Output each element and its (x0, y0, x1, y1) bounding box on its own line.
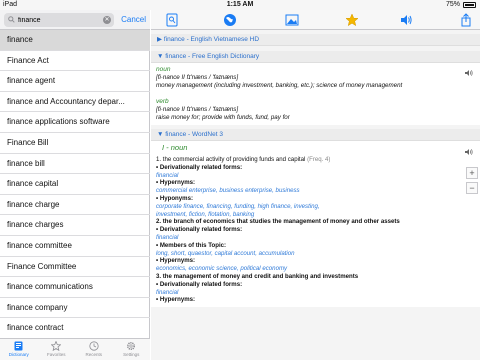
toolbar (151, 10, 480, 30)
free-dictionary-entry: noun [fi·nance II fɪ'næns / 'faɪnæns] mo… (151, 63, 480, 125)
clear-search-icon[interactable]: ✕ (103, 16, 111, 24)
list-item[interactable]: finance applications software (0, 112, 150, 133)
section-header[interactable]: ▼ finance - Free English Dictionary (151, 51, 480, 63)
list-item[interactable]: finance charge (0, 195, 150, 216)
section-header[interactable]: ▼ finance - WordNet 3 (151, 129, 480, 141)
part-of-speech: noun (156, 66, 171, 73)
definition: raise money for; provide with funds, fun… (156, 114, 290, 121)
section-title: finance - English Vietnamese HD (163, 36, 260, 43)
gear-icon (127, 341, 136, 351)
list-item[interactable]: finance agent (0, 71, 150, 92)
list-item[interactable]: finance bill (0, 154, 150, 175)
section-header[interactable]: ▶ finance - English Vietnamese HD (151, 34, 480, 46)
list-item[interactable]: finance company (0, 298, 150, 319)
search-bar: ✕ Cancel (0, 10, 150, 30)
image-icon[interactable] (285, 13, 299, 27)
related-links[interactable]: financial (156, 234, 474, 242)
list-item[interactable]: finance contract (0, 318, 150, 339)
related-links[interactable]: commercial enterprise, business enterpri… (156, 187, 474, 195)
share-icon[interactable] (459, 13, 473, 27)
wordnet-pos-title: I - noun (162, 143, 188, 152)
list-item[interactable]: finance communications (0, 277, 150, 298)
relation-label: • Members of this Topic: (156, 241, 227, 249)
battery-icon (463, 2, 476, 8)
list-item[interactable]: finance capital (0, 174, 150, 195)
related-links[interactable]: financial (156, 289, 474, 297)
pronounce-speaker-icon[interactable] (464, 68, 474, 78)
list-item[interactable]: finance and Accountancy depar... (0, 92, 150, 113)
star-icon[interactable] (345, 13, 359, 27)
sense-definition: 3. the management of money and credit an… (156, 272, 359, 280)
pronunciation: [fi·nance II fɪ'næns / 'faɪnæns] (156, 106, 239, 113)
star-outline-icon (51, 341, 62, 351)
tab-settings[interactable]: Settings (113, 339, 151, 360)
expand-arrow-icon: ▶ (157, 36, 162, 43)
related-links[interactable]: corporate finance, financing, funding, h… (156, 203, 474, 211)
battery-percent: 75% (445, 1, 460, 8)
list-item[interactable]: finance (0, 30, 150, 51)
pronounce-speaker-icon[interactable] (464, 147, 474, 157)
zoom-in-button[interactable]: + (466, 167, 478, 179)
relation-label: • Derivationally related forms: (156, 280, 243, 288)
definition: money management (including investment, … (156, 82, 403, 89)
frequency: (Freq. 4) (307, 156, 331, 163)
tab-label: Dictionary (8, 352, 29, 357)
tab-dictionary[interactable]: Dictionary (0, 339, 38, 360)
globe-icon[interactable] (223, 13, 237, 27)
tab-label: Recents (85, 352, 102, 357)
list-item[interactable]: Finance Act (0, 51, 150, 72)
list-item[interactable]: Finance Committee (0, 257, 150, 278)
list-item[interactable]: finance charges (0, 215, 150, 236)
tab-label: Settings (123, 352, 140, 357)
relation-label: • Hyponyms: (156, 194, 194, 202)
part-of-speech: verb (156, 98, 169, 105)
relation-label: • Hypernyms: (156, 179, 196, 187)
relation-label: • Hypernyms: (156, 296, 196, 304)
dictionary-icon (14, 341, 23, 351)
pronunciation: [fi·nance II fɪ'næns / 'faɪnæns] (156, 74, 239, 81)
collapse-arrow-icon: ▼ (157, 131, 164, 138)
search-input[interactable] (18, 14, 100, 26)
clock: 1:15 AM (226, 1, 254, 8)
definition-pane: ▶ finance - English Vietnamese HD ▼ fina… (151, 10, 480, 360)
wordnet-entry: + − I - noun 1. the commercial activity … (151, 141, 480, 308)
sense-definition: 1. the commercial activity of providing … (156, 156, 306, 163)
definition-content: ▶ finance - English Vietnamese HD ▼ fina… (151, 30, 480, 360)
search-field[interactable]: ✕ (4, 13, 114, 27)
related-links[interactable]: investment, fiction, flotation, banking (156, 211, 474, 219)
sense-definition: 2. the branch of economics that studies … (156, 218, 400, 226)
zoom-out-button[interactable]: − (466, 182, 478, 194)
related-links[interactable]: economics, economic science, political e… (156, 265, 474, 273)
cancel-button[interactable]: Cancel (121, 15, 146, 24)
section-title: finance - Free English Dictionary (165, 53, 260, 60)
list-item[interactable]: Finance Bill (0, 133, 150, 154)
tab-favorites[interactable]: Favorites (38, 339, 76, 360)
tab-label: Favorites (46, 352, 66, 357)
speaker-icon[interactable] (399, 13, 413, 27)
list-item[interactable]: finance committee (0, 236, 150, 257)
relation-label: • Derivationally related forms: (156, 163, 243, 171)
search-icon (8, 16, 15, 23)
section-title: finance - WordNet 3 (165, 131, 223, 138)
clock-icon (89, 341, 99, 351)
word-list-pane: ✕ Cancel finance Finance Act finance age… (0, 10, 150, 360)
related-links[interactable]: long, short, quaestor, capital account, … (156, 250, 474, 258)
relation-label: • Hypernyms: (156, 257, 196, 265)
relation-label: • Derivationally related forms: (156, 226, 243, 234)
word-search-icon[interactable] (165, 13, 179, 27)
collapse-arrow-icon: ▼ (157, 53, 164, 60)
word-list: finance Finance Act finance agent financ… (0, 30, 150, 342)
tab-bar: Dictionary Favorites Recents Settings (0, 338, 150, 360)
tab-recents[interactable]: Recents (75, 339, 113, 360)
status-bar: iPad 1:15 AM 75% (0, 0, 480, 10)
related-links[interactable]: financial (156, 172, 474, 180)
